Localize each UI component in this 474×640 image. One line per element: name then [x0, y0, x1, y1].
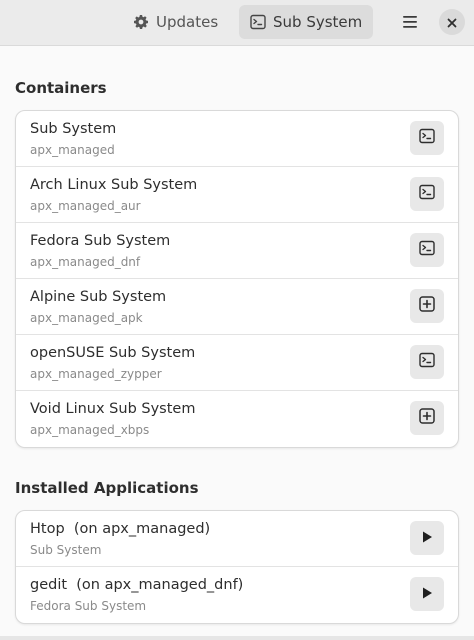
main-menu-button[interactable]	[395, 8, 425, 38]
add-box-icon	[419, 408, 435, 428]
add-box-icon	[419, 296, 435, 316]
container-id: apx_managed_dnf	[30, 255, 141, 269]
list-item[interactable]: Alpine Sub System apx_managed_apk	[16, 279, 458, 335]
container-name: Fedora Sub System	[30, 233, 171, 249]
window-bottom-edge	[0, 636, 474, 640]
play-icon	[420, 585, 434, 604]
list-item[interactable]: Sub System apx_managed	[16, 111, 458, 167]
container-name: Arch Linux Sub System	[30, 177, 198, 193]
app-container: Sub System	[30, 543, 102, 557]
container-name: Alpine Sub System	[30, 289, 167, 305]
terminal-icon	[419, 352, 435, 372]
installed-apps-heading: Installed Applications	[15, 479, 199, 497]
create-container-button[interactable]	[410, 289, 444, 323]
app-container: Fedora Sub System	[30, 599, 147, 613]
tab-sub-system[interactable]: Sub System	[239, 5, 374, 39]
open-terminal-button[interactable]	[410, 121, 444, 155]
run-app-button[interactable]	[410, 521, 444, 555]
create-container-button[interactable]	[410, 401, 444, 435]
containers-heading: Containers	[15, 79, 107, 97]
terminal-icon	[419, 128, 435, 148]
header-bar: Updates Sub System	[0, 0, 474, 46]
terminal-icon	[419, 184, 435, 204]
tab-sub-system-label: Sub System	[273, 13, 363, 31]
open-terminal-button[interactable]	[410, 233, 444, 267]
terminal-icon	[250, 14, 266, 30]
gear-icon	[133, 14, 149, 30]
open-terminal-button[interactable]	[410, 177, 444, 211]
container-name: Sub System	[30, 121, 117, 137]
tab-updates-label: Updates	[156, 13, 219, 31]
run-app-button[interactable]	[410, 577, 444, 611]
app-name: Htop (on apx_managed)	[30, 521, 211, 537]
list-item[interactable]: openSUSE Sub System apx_managed_zypper	[16, 335, 458, 391]
container-id: apx_managed_xbps	[30, 423, 150, 437]
container-id: apx_managed_zypper	[30, 367, 162, 381]
container-name: openSUSE Sub System	[30, 345, 196, 361]
installed-apps-list: Htop (on apx_managed) Sub System gedit (…	[15, 510, 459, 624]
container-id: apx_managed_apk	[30, 311, 143, 325]
close-window-button[interactable]	[439, 9, 465, 35]
container-id: apx_managed_aur	[30, 199, 141, 213]
containers-list: Sub System apx_managed Arch Linux Sub Sy…	[15, 110, 459, 448]
app-name: gedit (on apx_managed_dnf)	[30, 577, 244, 593]
container-id: apx_managed	[30, 143, 115, 157]
list-item[interactable]: Fedora Sub System apx_managed_dnf	[16, 223, 458, 279]
list-item[interactable]: Void Linux Sub System apx_managed_xbps	[16, 391, 458, 447]
open-terminal-button[interactable]	[410, 345, 444, 379]
tab-updates[interactable]: Updates	[122, 5, 229, 39]
terminal-icon	[419, 240, 435, 260]
container-name: Void Linux Sub System	[30, 401, 196, 417]
hamburger-menu-icon	[402, 14, 418, 33]
list-item[interactable]: gedit (on apx_managed_dnf) Fedora Sub Sy…	[16, 567, 458, 623]
list-item[interactable]: Arch Linux Sub System apx_managed_aur	[16, 167, 458, 223]
play-icon	[420, 529, 434, 548]
close-icon	[447, 13, 457, 32]
list-item[interactable]: Htop (on apx_managed) Sub System	[16, 511, 458, 567]
